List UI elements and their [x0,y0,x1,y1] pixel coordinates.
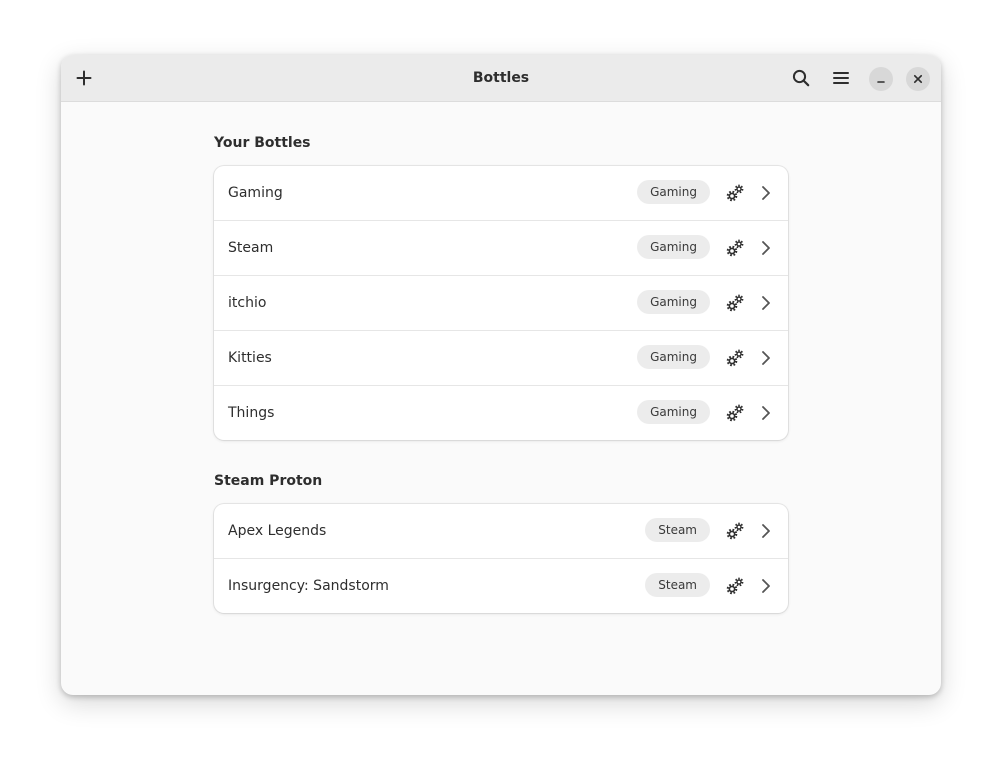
bottle-row-insurgency-sandstorm[interactable]: Insurgency: Sandstorm Steam [214,559,788,613]
bottle-name: Apex Legends [228,523,327,539]
gears-icon[interactable] [725,238,745,258]
bottles-window: Bottles Your Bottles Gaming Gaming Steam… [61,55,941,695]
search-button[interactable] [784,61,818,95]
environment-tag: Gaming [637,180,710,204]
gears-icon[interactable] [725,403,745,423]
bottle-row-steam[interactable]: Steam Gaming [214,221,788,276]
chevron-right-icon[interactable] [759,294,773,312]
bottle-name: Insurgency: Sandstorm [228,578,389,594]
your-bottles-card: Gaming Gaming Steam Gaming itchio Gaming… [214,166,788,440]
chevron-right-icon[interactable] [759,349,773,367]
environment-tag: Steam [645,573,710,597]
gears-icon[interactable] [725,348,745,368]
bottle-name: Gaming [228,185,283,201]
search-icon [792,69,810,87]
gears-icon[interactable] [725,521,745,541]
bottle-name: Things [228,405,275,421]
chevron-right-icon[interactable] [759,522,773,540]
bottle-name: itchio [228,295,267,311]
section-title-your-bottles: Your Bottles [214,135,311,151]
environment-tag: Gaming [637,400,710,424]
environment-tag: Gaming [637,235,710,259]
close-icon [913,74,923,84]
chevron-right-icon[interactable] [759,404,773,422]
environment-tag: Gaming [637,290,710,314]
steam-proton-card: Apex Legends Steam Insurgency: Sandstorm… [214,504,788,613]
bottles-list: Your Bottles Gaming Gaming Steam Gaming [214,55,788,695]
section-title-steam-proton: Steam Proton [214,473,323,489]
environment-tag: Steam [645,518,710,542]
gears-icon[interactable] [725,293,745,313]
bottle-row-things[interactable]: Things Gaming [214,386,788,440]
main-menu-button[interactable] [824,61,858,95]
close-button[interactable] [906,67,930,91]
bottle-row-gaming[interactable]: Gaming Gaming [214,166,788,221]
chevron-right-icon[interactable] [759,239,773,257]
gears-icon[interactable] [725,183,745,203]
hamburger-menu-icon [833,72,849,84]
bottle-name: Steam [228,240,274,256]
environment-tag: Gaming [637,345,710,369]
minimize-button[interactable] [869,67,893,91]
chevron-right-icon[interactable] [759,184,773,202]
bottle-name: Kitties [228,350,272,366]
chevron-right-icon[interactable] [759,577,773,595]
minimize-icon [877,81,885,83]
bottle-row-kitties[interactable]: Kitties Gaming [214,331,788,386]
bottle-row-apex-legends[interactable]: Apex Legends Steam [214,504,788,559]
bottle-row-itchio[interactable]: itchio Gaming [214,276,788,331]
gears-icon[interactable] [725,576,745,596]
